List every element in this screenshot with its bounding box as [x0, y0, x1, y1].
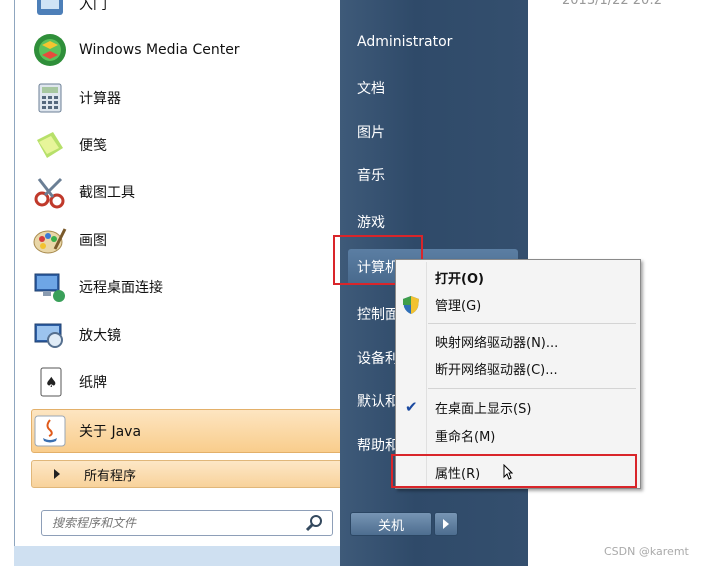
start-menu-bottom-strip — [14, 546, 340, 566]
right-item-default-programs[interactable]: 默认和 — [357, 391, 399, 411]
program-label: 关于 Java — [79, 424, 142, 440]
all-programs-button[interactable]: 所有程序 — [31, 460, 349, 488]
sticky-notes-icon — [37, 132, 63, 158]
paint-icon — [33, 228, 67, 254]
svg-text:♠: ♠ — [45, 375, 58, 391]
program-item-getting-started[interactable]: 入门 — [33, 0, 107, 26]
right-item-music[interactable]: 音乐 — [357, 165, 385, 185]
program-item-remote-desktop[interactable]: 远程桌面连接 — [33, 265, 163, 309]
program-item-magnifier[interactable]: 放大镜 — [33, 313, 121, 357]
program-label: 画图 — [79, 233, 107, 249]
program-label: 截图工具 — [79, 185, 135, 201]
program-label: 计算器 — [79, 91, 121, 107]
program-label: 纸牌 — [79, 375, 107, 391]
arrow-right-icon — [443, 519, 449, 529]
java-icon — [34, 415, 66, 447]
program-item-snipping-tool[interactable]: 截图工具 — [33, 170, 135, 214]
program-label: 远程桌面连接 — [79, 280, 163, 296]
expand-arrow-icon — [54, 469, 60, 479]
program-item-solitaire[interactable]: ♠ 纸牌 — [33, 360, 107, 404]
right-item-games[interactable]: 游戏 — [357, 212, 385, 232]
properties-highlight-box — [391, 454, 637, 488]
search-icon[interactable] — [304, 512, 326, 534]
program-item-java[interactable]: 关于 Java — [33, 409, 141, 453]
program-label: 入门 — [79, 0, 107, 13]
solitaire-icon: ♠ — [40, 367, 62, 397]
menu-item-disconnect-network-drive[interactable]: 断开网络驱动器(C)... — [435, 359, 558, 378]
right-item-control-panel[interactable]: 控制面 — [357, 304, 399, 324]
watermark: CSDN @karemt — [604, 545, 689, 558]
calculator-icon — [38, 83, 62, 113]
right-item-devices-printers[interactable]: 设备利 — [357, 348, 399, 368]
menu-separator — [428, 388, 636, 389]
date-text: 2013/1/22 20:2 — [562, 0, 662, 8]
program-item-paint[interactable]: 画图 — [33, 218, 107, 262]
menu-item-manage[interactable]: 管理(G) — [435, 295, 481, 314]
remote-desktop-icon — [34, 273, 65, 302]
right-item-documents[interactable]: 文档 — [357, 78, 385, 98]
menu-item-map-network-drive[interactable]: 映射网络驱动器(N)... — [435, 332, 558, 351]
right-item-help[interactable]: 帮助和 — [357, 435, 399, 455]
right-item-pictures[interactable]: 图片 — [357, 122, 385, 142]
program-label: Windows Media Center — [79, 42, 240, 58]
menu-item-show-on-desktop[interactable]: 在桌面上显示(S) — [435, 398, 531, 417]
magnifier-icon — [34, 323, 63, 348]
menu-separator — [428, 323, 636, 324]
menu-item-open[interactable]: 打开(O) — [435, 268, 484, 287]
program-item-sticky-notes[interactable]: 便笺 — [33, 123, 107, 167]
all-programs-label: 所有程序 — [84, 468, 137, 484]
shutdown-button[interactable]: 关机 — [350, 512, 432, 536]
program-label: 便笺 — [79, 138, 107, 154]
shield-icon — [403, 296, 419, 314]
program-label: 放大镜 — [79, 328, 121, 344]
search-input[interactable] — [50, 515, 304, 531]
search-box[interactable] — [41, 510, 333, 536]
shutdown-options-button[interactable] — [434, 512, 458, 536]
menu-item-rename[interactable]: 重命名(M) — [435, 426, 495, 445]
shutdown-label: 关机 — [377, 518, 404, 534]
menu-gutter — [426, 262, 427, 486]
checkmark-icon: ✔ — [405, 398, 418, 416]
start-menu-programs-panel: 入门 Windows Media Center 计算器 便笺 截图工具 画图 远… — [14, 0, 349, 566]
snipping-tool-icon — [34, 177, 65, 209]
program-item-calculator[interactable]: 计算器 — [33, 76, 121, 120]
right-item-administrator[interactable]: Administrator — [357, 34, 452, 50]
mouse-cursor-icon — [503, 464, 513, 480]
getting-started-icon — [37, 0, 63, 15]
program-item-media-center[interactable]: Windows Media Center — [33, 28, 240, 72]
media-center-icon — [34, 34, 66, 66]
